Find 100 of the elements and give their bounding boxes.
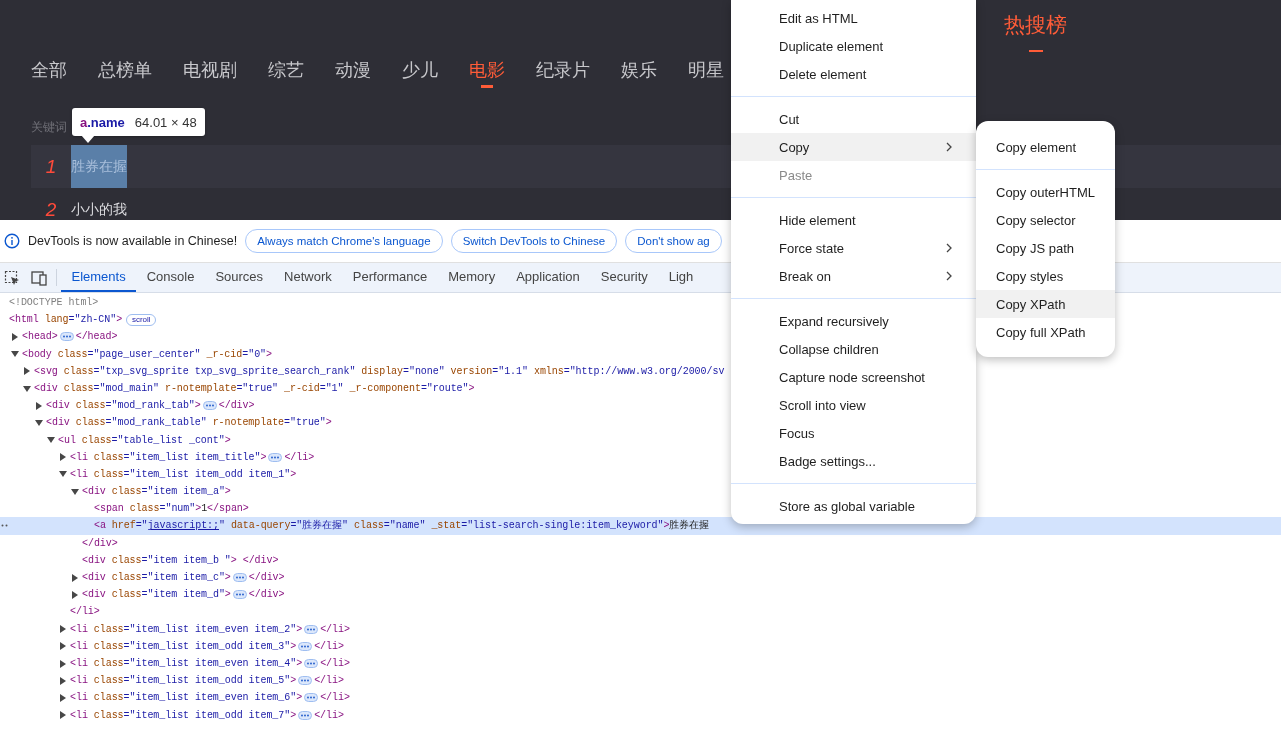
disclosure-triangle-icon[interactable] [59,693,67,702]
ellipsis-button[interactable] [202,401,217,411]
ellipsis-button[interactable] [298,641,313,651]
device-toolbar-icon[interactable] [30,269,48,286]
disclosure-triangle-icon[interactable] [59,676,67,685]
devtools-tab[interactable]: Ligh [658,263,704,292]
menu-item[interactable]: Cut [731,105,976,133]
menu-item[interactable]: Hide element [731,206,976,234]
category-tab[interactable]: 电视剧 [183,58,237,88]
disclosure-triangle-icon[interactable] [59,642,67,651]
disclosure-triangle-icon[interactable] [11,350,19,359]
dom-tag: <html lang="zh-CN"> [9,311,123,329]
disclosure-triangle-icon[interactable] [35,401,43,410]
devtools-tab[interactable]: Security [590,263,659,292]
category-tab[interactable]: 综艺 [268,58,304,88]
menu-item[interactable]: Copy JS path [976,234,1115,262]
dom-tag: <li class="item_list item_title"> [70,448,267,466]
menu-item[interactable]: Force state [731,234,976,262]
ranking-heading[interactable]: 热搜榜 [1004,12,1067,52]
dom-tag: <li class="item_list item_odd item_5"> [70,672,297,690]
ellipsis-button[interactable] [304,624,319,634]
dom-tag: </div> [248,586,285,604]
selector-label: a.name [80,114,125,130]
dom-tag: </head> [75,328,118,346]
category-tab[interactable]: 总榜单 [98,58,152,88]
keyword-link[interactable]: 小小的我 [71,188,127,220]
devtools-tab[interactable]: Network [273,263,343,292]
category-tab[interactable]: 少儿 [402,58,438,88]
ellipsis-button[interactable] [268,452,283,462]
dom-tag: <div class="item item_d"> [82,586,231,604]
ellipsis-button[interactable] [298,710,313,720]
dom-tag: </li> [314,637,344,655]
inspect-icon[interactable] [4,269,20,286]
dom-tag: <div class="mod_rank_tab"> [46,397,201,415]
menu-item[interactable]: Store as global variable [731,492,976,520]
rank-number: 2 [44,197,58,220]
ellipsis-button[interactable] [59,332,74,342]
dom-line: <body class="page_user_center" _r-cid="0"> [22,347,272,362]
dom-line: <ul class="table_list _cont"> [58,433,231,448]
category-tab[interactable]: 电影 [469,58,505,88]
category-tab[interactable]: 娱乐 [621,58,657,88]
devtools-tab[interactable]: Elements [61,263,137,292]
disclosure-triangle-icon[interactable] [35,418,43,427]
dom-line: </div> [82,536,118,551]
dom-tag: </li> [314,706,344,724]
devtools-tab[interactable]: Performance [342,263,438,292]
disclosure-triangle-icon[interactable] [23,367,31,376]
devtools-tab[interactable]: Memory [437,263,506,292]
menu-item[interactable]: Scroll into view [731,391,976,419]
devtools-tab[interactable]: Console [136,263,205,292]
info-message: DevTools is now available in Chinese! [28,234,238,248]
category-tab[interactable]: 纪录片 [536,58,590,88]
dom-line: <div class="mod_main" r-notemplate="true" _r-cid="1" _r-component="route"> [34,381,475,396]
keyword-label: 关键词 [31,120,67,134]
devtools-tab[interactable]: Application [505,263,591,292]
menu-item[interactable]: Copy [731,133,976,161]
disclosure-triangle-icon[interactable] [11,332,19,341]
disclosure-triangle-icon[interactable] [23,384,31,393]
menu-item[interactable]: Delete element [731,60,976,88]
infobar-button[interactable]: Switch DevTools to Chinese [450,229,618,253]
menu-item[interactable]: Capture node screenshot [731,363,976,391]
dom-line: <a href="javascript:;" data-query="胜券在握" class="name" _stat="list-search-single:item_keyword">胜券在握 [94,519,710,534]
selected-row[interactable]: <a href="javascript:;" data-query="胜券在握" class="name" _stat="list-search-single:item_keyword">胜券在握 [0,517,1281,535]
dom-line: <svg class="txp_svg_sprite txp_svg_sprite_search_rank" display="none" version="1.1" xmlns="http://www.w3.org/2000/sv [34,364,725,379]
disclosure-triangle-icon[interactable] [71,590,79,599]
ellipsis-button[interactable] [298,676,313,686]
category-tab[interactable]: 明星 [688,58,724,88]
disclosure-triangle-icon[interactable] [71,573,79,582]
infobar-button[interactable]: Don't show ag [625,229,722,253]
ellipsis-button[interactable] [304,659,319,669]
infobar-button[interactable]: Always match Chrome's language [245,229,443,253]
menu-item[interactable]: Copy styles [976,262,1115,290]
dom-tag: <li class="item_list item_odd item_7"> [70,706,297,724]
disclosure-triangle-icon[interactable] [59,453,67,462]
menu-item[interactable]: Copy selector [976,206,1115,234]
disclosure-triangle-icon[interactable] [59,470,67,479]
ellipsis-button[interactable] [232,590,247,600]
disclosure-triangle-icon[interactable] [59,711,67,720]
disclosure-triangle-icon[interactable] [71,487,79,496]
disclosure-triangle-icon[interactable] [59,659,67,668]
menu-item[interactable]: Collapse children [731,335,976,363]
category-tab[interactable]: 动漫 [335,58,371,88]
menu-item[interactable]: Focus [731,419,976,447]
dom-tag: <li class="item_list item_even item_4"> [70,654,303,673]
ellipsis-button[interactable] [232,573,247,583]
menu-item[interactable]: Copy element [976,133,1115,161]
menu-item[interactable]: Edit as HTML [731,4,976,32]
menu-item[interactable]: Break on [731,262,976,290]
disclosure-triangle-icon[interactable] [59,625,67,634]
menu-item[interactable]: Copy outerHTML [976,178,1115,206]
menu-item[interactable]: Badge settings... [731,447,976,475]
disclosure-triangle-icon[interactable] [47,436,55,445]
menu-item[interactable]: Duplicate element [731,32,976,60]
menu-item[interactable]: Copy XPath [976,290,1115,318]
devtools-tab[interactable]: Sources [204,263,274,292]
menu-item[interactable]: Copy full XPath [976,318,1115,346]
menu-item[interactable]: Expand recursively [731,307,976,335]
category-tab[interactable]: 全部 [31,58,67,88]
ellipsis-button[interactable] [304,693,319,703]
dom-line: </li> [70,605,100,620]
